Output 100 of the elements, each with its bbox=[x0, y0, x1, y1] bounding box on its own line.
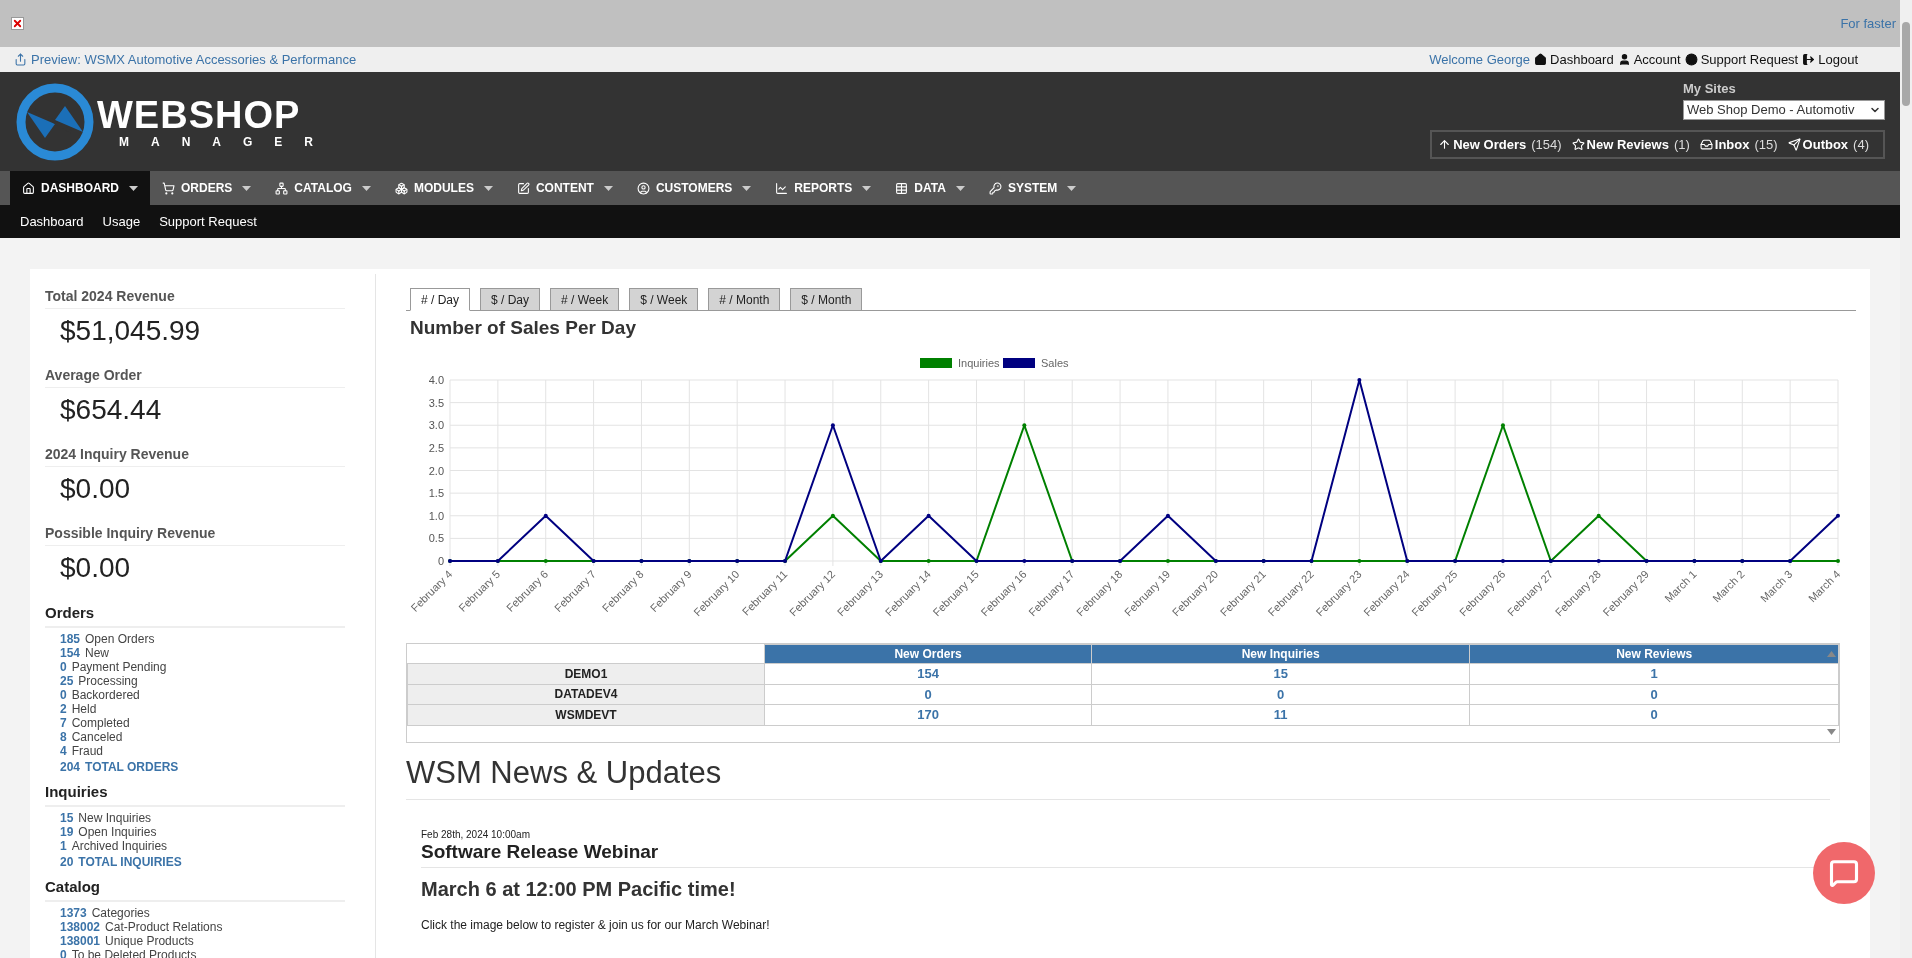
y-tick-label: 0.5 bbox=[428, 532, 444, 545]
top-link[interactable]: Account bbox=[1617, 49, 1681, 70]
chart-tab[interactable]: $ / Week bbox=[629, 288, 699, 311]
caret-icon bbox=[483, 185, 493, 191]
logo-text: WEBSHOP bbox=[97, 95, 301, 135]
site-cell: DEMO1 bbox=[407, 663, 765, 684]
stat-count[interactable]: 20 bbox=[60, 854, 74, 871]
nav-tab[interactable]: REPORTS bbox=[763, 171, 884, 205]
key-icon bbox=[988, 181, 1002, 195]
stat-title: 2024 Inquiry Revenue bbox=[45, 444, 345, 467]
top-link[interactable]: Logout bbox=[1802, 49, 1858, 70]
value-cell[interactable]: 15 bbox=[1091, 663, 1470, 684]
cubes-icon bbox=[394, 181, 408, 195]
caret-icon bbox=[129, 185, 138, 191]
stat-label: New Inquiries bbox=[78, 811, 152, 825]
y-tick-label: 2.0 bbox=[428, 464, 444, 477]
stat-count[interactable]: 138002 bbox=[60, 920, 101, 934]
stat-label[interactable]: TOTAL INQUIRIES bbox=[78, 854, 182, 871]
counter-link[interactable]: Outbox (4) bbox=[1787, 134, 1869, 155]
column-header: New Reviews bbox=[1469, 644, 1839, 664]
stat-label: Open Inquiries bbox=[78, 825, 157, 839]
arrow-up-icon bbox=[1438, 138, 1452, 151]
nav-tab[interactable]: DATA bbox=[883, 171, 977, 205]
counter-link[interactable]: Inbox (15) bbox=[1699, 134, 1778, 155]
caret-icon bbox=[955, 185, 965, 191]
value-cell[interactable]: 0 bbox=[1469, 684, 1839, 705]
nav-tab[interactable]: CATALOG bbox=[263, 171, 383, 205]
column-header: New Inquiries bbox=[1091, 644, 1470, 664]
stat-count[interactable]: 204 bbox=[60, 759, 81, 776]
value-cell[interactable]: 0 bbox=[1091, 684, 1470, 705]
scroll-down-icon[interactable] bbox=[1827, 729, 1836, 735]
section-title: Catalog bbox=[45, 877, 345, 902]
section-title: Orders bbox=[45, 603, 345, 628]
broken-image-icon bbox=[11, 17, 24, 30]
chart-tab[interactable]: # / Week bbox=[550, 288, 620, 311]
stat-count[interactable]: 8 bbox=[60, 730, 67, 744]
value-cell[interactable]: 0 bbox=[764, 684, 1092, 705]
legend-label: Sales bbox=[1041, 357, 1070, 369]
nav-tab[interactable]: ORDERS bbox=[150, 171, 264, 205]
column-header: New Orders bbox=[764, 644, 1092, 664]
site-cell: WSMDEVT bbox=[407, 704, 765, 725]
chart-tab[interactable]: # / Day bbox=[410, 288, 470, 311]
stat-label: Held bbox=[71, 702, 97, 716]
stat-count[interactable]: 185 bbox=[60, 632, 81, 646]
stat-count[interactable]: 19 bbox=[60, 825, 74, 839]
nav-tab[interactable]: CUSTOMERS bbox=[624, 171, 764, 205]
stat-count[interactable]: 4 bbox=[60, 744, 67, 758]
nav-tab[interactable]: MODULES bbox=[382, 171, 505, 205]
chart-tab[interactable]: $ / Month bbox=[790, 288, 863, 311]
value-cell[interactable]: 11 bbox=[1091, 704, 1470, 725]
value-cell[interactable]: 154 bbox=[764, 663, 1092, 684]
nav-tab[interactable]: DASHBOARD bbox=[10, 171, 150, 205]
chart-tab[interactable]: # / Month bbox=[708, 288, 781, 311]
y-tick-label: 1.5 bbox=[428, 487, 444, 500]
chat-bubble-icon bbox=[1829, 858, 1859, 888]
caret-icon bbox=[242, 185, 252, 191]
stat-count[interactable]: 138001 bbox=[60, 934, 101, 948]
sub-nav-link[interactable]: Usage bbox=[102, 211, 141, 232]
home-icon bbox=[22, 181, 35, 195]
stat-value: $51,045.99 bbox=[59, 314, 202, 348]
stat-label: New bbox=[85, 646, 110, 660]
stat-title: Possible Inquiry Revenue bbox=[45, 523, 345, 546]
stat-count[interactable]: 154 bbox=[60, 646, 81, 660]
stat-value: $0.00 bbox=[59, 472, 132, 506]
counter-link[interactable]: New Orders (154) bbox=[1438, 134, 1562, 155]
user-circle-icon bbox=[636, 181, 650, 195]
value-cell[interactable]: 1 bbox=[1469, 663, 1839, 684]
stat-label: Unique Products bbox=[105, 934, 194, 948]
y-tick-label: 0 bbox=[437, 555, 444, 567]
legend-item: Sales bbox=[1003, 357, 1069, 369]
value-cell[interactable]: 170 bbox=[764, 704, 1092, 725]
stat-count[interactable]: 7 bbox=[60, 716, 67, 730]
chart-tab[interactable]: $ / Day bbox=[480, 288, 541, 311]
top-link[interactable]: Support Request bbox=[1684, 49, 1799, 70]
y-tick-label: 4.0 bbox=[428, 374, 444, 386]
counter-link[interactable]: New Reviews (1) bbox=[1571, 134, 1690, 155]
stat-count[interactable]: 15 bbox=[60, 811, 74, 825]
caret-icon bbox=[603, 185, 613, 191]
logo-subtext: MANAGER bbox=[118, 135, 335, 149]
sub-nav-link[interactable]: Dashboard bbox=[20, 211, 84, 232]
stat-count[interactable]: 25 bbox=[60, 674, 74, 688]
stat-count[interactable]: 1 bbox=[60, 839, 67, 853]
stat-count[interactable]: 0 bbox=[60, 688, 67, 702]
top-link[interactable]: Dashboard bbox=[1534, 49, 1614, 70]
y-tick-label: 3.5 bbox=[428, 396, 444, 409]
notice-link[interactable]: For faster bbox=[1840, 13, 1896, 34]
legend-label: Inquiries bbox=[958, 357, 1001, 369]
caret-icon bbox=[742, 185, 752, 191]
stat-label[interactable]: TOTAL ORDERS bbox=[85, 759, 179, 776]
stat-count[interactable]: 1373 bbox=[60, 906, 87, 920]
preview-link[interactable]: Preview: WSMX Automotive Accessories & Performance bbox=[14, 49, 357, 70]
sub-nav-link[interactable]: Support Request bbox=[159, 211, 257, 232]
stat-value: $654.44 bbox=[59, 393, 163, 427]
site-select[interactable]: Web Shop Demo - Automotiv bbox=[1683, 100, 1885, 120]
nav-tab[interactable]: SYSTEM bbox=[976, 171, 1089, 205]
nav-tab[interactable]: CONTENT bbox=[504, 171, 625, 205]
value-cell[interactable]: 0 bbox=[1469, 704, 1839, 725]
stat-count[interactable]: 2 bbox=[60, 702, 67, 716]
share-arrow-icon bbox=[14, 53, 27, 66]
stat-count[interactable]: 0 bbox=[60, 660, 67, 674]
